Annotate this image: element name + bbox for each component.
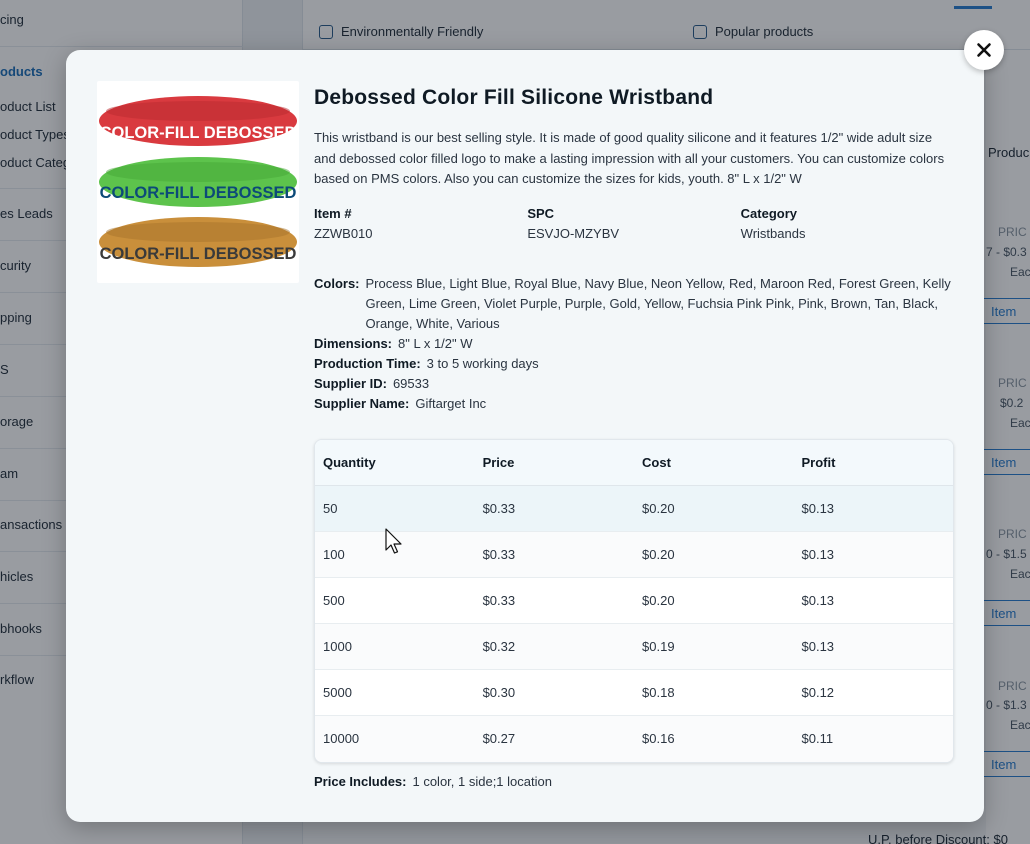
close-icon <box>977 43 991 57</box>
cell-profit: $0.13 <box>793 623 953 670</box>
cell-price: $0.33 <box>474 577 635 624</box>
cell-quantity: 500 <box>315 577 475 624</box>
cell-cost: $0.16 <box>634 715 794 762</box>
cell-cost: $0.20 <box>634 577 794 624</box>
meta-category: Category Wristbands <box>741 204 954 244</box>
meta-item: Item # ZZWB010 <box>314 204 527 244</box>
spec-dimensions: Dimensions: 8" L x 1/2" W <box>314 334 954 354</box>
cell-cost: $0.20 <box>634 485 794 532</box>
header-quantity: Quantity <box>315 439 475 486</box>
table-row: 100 $0.33 $0.20 $0.13 <box>315 531 953 578</box>
cell-profit: $0.13 <box>793 577 953 624</box>
cell-price: $0.30 <box>474 669 635 716</box>
product-specs: Colors: Process Blue, Light Blue, Royal … <box>314 274 954 414</box>
spc-label: SPC <box>527 205 555 221</box>
supplier-name-value: Giftarget Inc <box>415 395 487 411</box>
cell-price: $0.27 <box>474 715 635 762</box>
price-includes-value: 1 color, 1 side;1 location <box>412 773 552 789</box>
production-time-value: 3 to 5 working days <box>426 355 539 371</box>
cell-quantity: 5000 <box>315 669 475 716</box>
product-detail-modal: COLOR-FILL DEBOSSED COLOR-FILL DEBOSSED … <box>66 50 984 822</box>
colors-label: Colors: <box>314 275 360 291</box>
wristband-red: COLOR-FILL DEBOSSED <box>99 96 297 146</box>
cell-profit: $0.13 <box>793 485 953 532</box>
price-includes-label: Price Includes: <box>314 773 407 789</box>
band-text: COLOR-FILL DEBOSSED <box>100 124 297 142</box>
product-title: Debossed Color Fill Silicone Wristband <box>314 86 714 109</box>
cell-profit: $0.11 <box>793 715 953 762</box>
production-time-label: Production Time: <box>314 355 421 371</box>
supplier-name-label: Supplier Name: <box>314 395 410 411</box>
supplier-id-label: Supplier ID: <box>314 375 387 391</box>
cell-price: $0.32 <box>474 623 635 670</box>
cell-price: $0.33 <box>474 485 635 532</box>
price-table-header: Quantity Price Cost Profit <box>315 439 953 486</box>
cell-quantity: 50 <box>315 485 475 532</box>
price-includes: Price Includes: 1 color, 1 side;1 locati… <box>314 772 954 792</box>
product-image: COLOR-FILL DEBOSSED COLOR-FILL DEBOSSED … <box>97 81 299 283</box>
price-table: Quantity Price Cost Profit 50 $0.33 $0.2… <box>314 438 954 763</box>
wristband-gold: COLOR-FILL DEBOSSED <box>99 217 297 267</box>
cell-cost: $0.18 <box>634 669 794 716</box>
header-price: Price <box>474 439 635 486</box>
band-text: COLOR-FILL DEBOSSED <box>100 184 297 202</box>
spec-supplier-id: Supplier ID: 69533 <box>314 374 954 394</box>
cell-quantity: 1000 <box>315 623 475 670</box>
supplier-id-value: 69533 <box>392 375 430 391</box>
cell-profit: $0.12 <box>793 669 953 716</box>
category-value: Wristbands <box>740 225 806 241</box>
item-number-label: Item # <box>314 205 352 221</box>
product-description: This wristband is our best selling style… <box>314 130 945 186</box>
header-cost: Cost <box>634 439 794 486</box>
colors-value: Process Blue, Light Blue, Royal Blue, Na… <box>365 275 951 331</box>
meta-spc: SPC ESVJO-MZYBV <box>527 204 740 244</box>
cell-price: $0.33 <box>474 531 635 578</box>
cell-cost: $0.20 <box>634 531 794 578</box>
dimensions-label: Dimensions: <box>314 335 393 351</box>
wristbands-image: COLOR-FILL DEBOSSED COLOR-FILL DEBOSSED … <box>99 96 297 267</box>
category-label: Category <box>740 205 798 221</box>
header-profit: Profit <box>793 439 953 486</box>
table-row: 500 $0.33 $0.20 $0.13 <box>315 577 953 624</box>
table-row: 5000 $0.30 $0.18 $0.12 <box>315 669 953 716</box>
close-button[interactable] <box>964 30 1004 70</box>
item-number-value: ZZWB010 <box>314 225 373 241</box>
spc-value: ESVJO-MZYBV <box>527 225 620 241</box>
band-text: COLOR-FILL DEBOSSED <box>100 245 297 263</box>
wristband-green: COLOR-FILL DEBOSSED <box>99 157 297 207</box>
dimensions-value: 8" L x 1/2" W <box>398 335 473 351</box>
cell-quantity: 10000 <box>315 715 475 762</box>
table-row: 1000 $0.32 $0.19 $0.13 <box>315 623 953 670</box>
product-details: Debossed Color Fill Silicone Wristband T… <box>314 84 954 792</box>
spec-production-time: Production Time: 3 to 5 working days <box>314 354 954 374</box>
spec-supplier-name: Supplier Name: Giftarget Inc <box>314 394 954 414</box>
cell-profit: $0.13 <box>793 531 953 578</box>
cell-cost: $0.19 <box>634 623 794 670</box>
mouse-cursor-icon <box>385 528 402 554</box>
product-meta: Item # ZZWB010 SPC ESVJO-MZYBV Category … <box>314 204 954 244</box>
table-row: 50 $0.33 $0.20 $0.13 <box>315 485 953 532</box>
spec-colors: Colors: Process Blue, Light Blue, Royal … <box>314 274 954 334</box>
table-row: 10000 $0.27 $0.16 $0.11 <box>315 715 953 762</box>
